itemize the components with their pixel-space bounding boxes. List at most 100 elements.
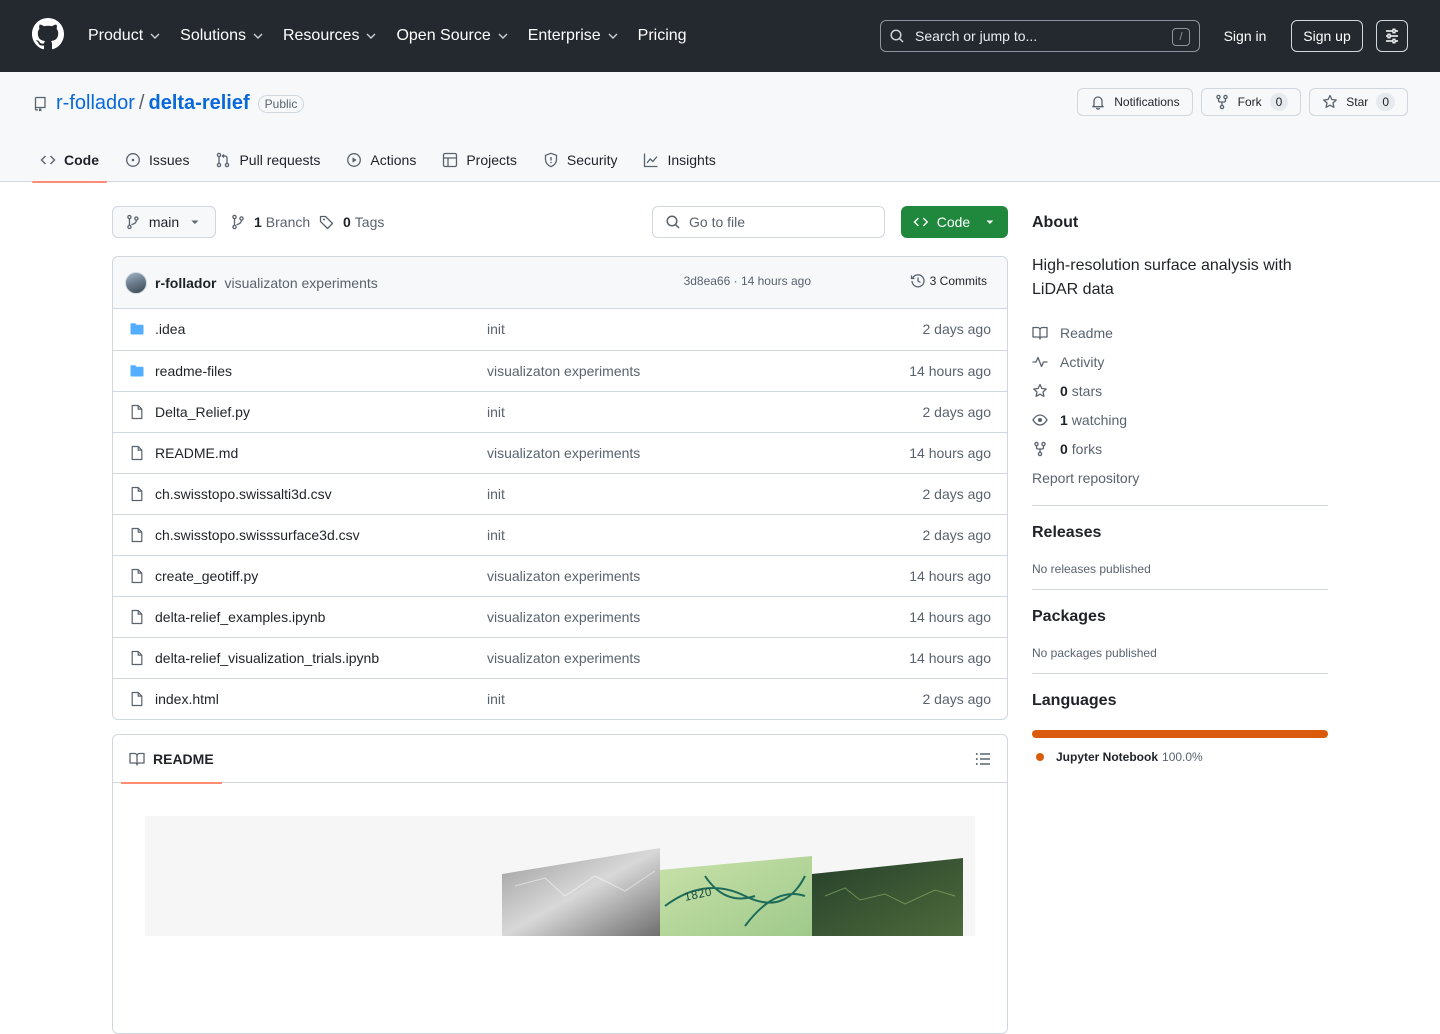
file-commit-message-link[interactable]: visualizaton experiments bbox=[487, 650, 640, 666]
file-row[interactable]: README.md visualizaton experiments 14 hour… bbox=[113, 432, 1007, 473]
tab-security-label: Security bbox=[566, 152, 618, 168]
language-percent: 100.0% bbox=[1162, 750, 1203, 764]
about-description: High-resolution surface analysis with Li… bbox=[1032, 257, 1292, 298]
book-icon bbox=[1032, 326, 1048, 340]
activity-link[interactable]: Activity bbox=[1032, 347, 1328, 376]
file-commit-message-link[interactable]: init bbox=[487, 527, 505, 543]
tab-pull-requests[interactable]: Pull requests bbox=[207, 138, 328, 182]
file-row[interactable]: delta-relief_visualization_trials.ipynb v… bbox=[113, 637, 1007, 678]
nav-pricing[interactable]: Pricing bbox=[638, 27, 687, 45]
repo-sidebar: About High-resolution surface analysis w… bbox=[1032, 206, 1328, 764]
nav-resources[interactable]: Resources bbox=[283, 27, 379, 45]
repo-actions: Notifications Fork 0 Star 0 bbox=[1069, 88, 1408, 116]
repo-name-link[interactable]: delta-relief bbox=[148, 92, 249, 115]
fork-button[interactable]: Fork 0 bbox=[1200, 88, 1302, 116]
file-commit-date: 2 days ago bbox=[922, 691, 992, 707]
branches-link[interactable]: 1 Branch bbox=[230, 206, 310, 238]
commit-hash-time[interactable]: 3d8ea66 · 14 hours ago bbox=[684, 274, 811, 288]
file-name-link[interactable]: delta-relief_visualization_trials.ipynb bbox=[155, 650, 379, 666]
search-icon bbox=[666, 215, 680, 229]
file-commit-message-link[interactable]: visualizaton experiments bbox=[487, 445, 640, 461]
file-name-link[interactable]: readme-files bbox=[155, 363, 232, 379]
file-name-link[interactable]: Delta_Relief.py bbox=[155, 404, 250, 420]
chevron-down-icon bbox=[150, 33, 160, 39]
repo-tabs: Code Issues Pull requests Actions Projec… bbox=[32, 138, 734, 183]
latest-commit-bar: r-follador visualizaton experiments 3d8e… bbox=[113, 257, 1007, 309]
file-icon bbox=[129, 486, 145, 502]
file-name-link[interactable]: README.md bbox=[155, 445, 238, 461]
file-commit-message-link[interactable]: init bbox=[487, 486, 505, 502]
file-name-link[interactable]: .idea bbox=[155, 321, 185, 337]
file-commit-message-link[interactable]: init bbox=[487, 321, 505, 337]
commits-label: 3 Commits bbox=[929, 274, 987, 288]
header-menu-button[interactable] bbox=[1376, 20, 1408, 52]
file-name-link[interactable]: delta-relief_examples.ipynb bbox=[155, 609, 325, 625]
notifications-button[interactable]: Notifications bbox=[1077, 88, 1193, 116]
file-row[interactable]: index.html init 2 days ago bbox=[113, 678, 1007, 719]
releases-title[interactable]: Releases bbox=[1032, 524, 1328, 542]
file-commit-message-link[interactable]: init bbox=[487, 404, 505, 420]
file-name-link[interactable]: ch.swisstopo.swisssurface3d.csv bbox=[155, 527, 360, 543]
file-icon bbox=[129, 568, 145, 584]
global-search-input[interactable]: Search or jump to... / bbox=[880, 20, 1200, 52]
tags-link[interactable]: 0 Tags bbox=[319, 206, 384, 238]
file-name-link[interactable]: create_geotiff.py bbox=[155, 568, 258, 584]
avatar[interactable] bbox=[125, 271, 147, 294]
file-commit-date: 14 hours ago bbox=[909, 650, 991, 666]
sliders-icon bbox=[1386, 28, 1398, 44]
bell-icon bbox=[1092, 96, 1105, 110]
nav-product[interactable]: Product bbox=[88, 27, 163, 45]
readme-link[interactable]: Readme bbox=[1032, 318, 1328, 347]
divider bbox=[1032, 673, 1328, 674]
stars-link[interactable]: 0 stars bbox=[1032, 376, 1328, 405]
go-to-file-placeholder: Go to file bbox=[689, 214, 746, 230]
report-repository-link[interactable]: Report repository bbox=[1032, 463, 1328, 492]
tab-issues[interactable]: Issues bbox=[117, 138, 197, 182]
language-item[interactable]: Jupyter Notebook 100.0% bbox=[1032, 750, 1328, 764]
file-commit-message-link[interactable]: init bbox=[487, 691, 505, 707]
file-toolbar: main 1 Branch 0 Tags Go to file Code bbox=[112, 206, 1008, 238]
file-row[interactable]: Delta_Relief.py init 2 days ago bbox=[113, 391, 1007, 432]
watching-link[interactable]: 1 watching bbox=[1032, 405, 1328, 434]
file-commit-message-link[interactable]: visualizaton experiments bbox=[487, 568, 640, 584]
file-row[interactable]: delta-relief_examples.ipynb visualizaton … bbox=[113, 596, 1007, 637]
file-name-link[interactable]: ch.swisstopo.swissalti3d.csv bbox=[155, 486, 332, 502]
commit-author-link[interactable]: r-follador bbox=[155, 275, 216, 291]
star-button[interactable]: Star 0 bbox=[1309, 88, 1408, 116]
nav-enterprise[interactable]: Enterprise bbox=[528, 27, 621, 45]
repo-owner-link[interactable]: r-follador bbox=[56, 92, 135, 115]
commit-message-link[interactable]: visualizaton experiments bbox=[224, 275, 377, 291]
tab-code[interactable]: Code bbox=[32, 138, 107, 183]
nav-solutions[interactable]: Solutions bbox=[180, 27, 266, 45]
tab-actions[interactable]: Actions bbox=[338, 138, 424, 182]
file-icon bbox=[129, 404, 145, 420]
tab-insights[interactable]: Insights bbox=[635, 138, 723, 182]
file-name-link[interactable]: index.html bbox=[155, 691, 219, 707]
code-button[interactable]: Code bbox=[901, 206, 1008, 238]
tab-insights-label: Insights bbox=[667, 152, 716, 168]
commits-link[interactable]: 3 Commits bbox=[910, 273, 987, 289]
nav-open-source[interactable]: Open Source bbox=[396, 27, 510, 45]
file-row[interactable]: .idea init 2 days ago bbox=[113, 309, 1007, 350]
sign-up-button[interactable]: Sign up bbox=[1291, 20, 1363, 52]
file-row[interactable]: ch.swisstopo.swissalti3d.csv init 2 days a… bbox=[113, 473, 1007, 514]
file-row[interactable]: ch.swisstopo.swisssurface3d.csv init 2 day… bbox=[113, 514, 1007, 555]
code-button-label: Code bbox=[936, 214, 971, 230]
readme-tab[interactable]: README bbox=[121, 735, 222, 784]
file-icon bbox=[129, 691, 145, 707]
forks-link[interactable]: 0 forks bbox=[1032, 434, 1328, 463]
file-row[interactable]: create_geotiff.py visualizaton experiment… bbox=[113, 555, 1007, 596]
tab-projects[interactable]: Projects bbox=[434, 138, 525, 182]
tab-security[interactable]: Security bbox=[535, 138, 626, 182]
sign-in-link[interactable]: Sign in bbox=[1216, 20, 1274, 52]
file-row[interactable]: readme-files visualizaton experiments 14 h… bbox=[113, 350, 1007, 391]
go-to-file-input[interactable]: Go to file bbox=[652, 206, 885, 238]
activity-link-label: Activity bbox=[1060, 353, 1105, 370]
file-commit-message-link[interactable]: visualizaton experiments bbox=[487, 363, 640, 379]
list-outline-icon[interactable] bbox=[975, 751, 991, 767]
packages-title[interactable]: Packages bbox=[1032, 608, 1328, 626]
github-logo-icon[interactable] bbox=[32, 18, 64, 50]
branch-selector-button[interactable]: main bbox=[112, 206, 216, 238]
chevron-down-icon bbox=[366, 33, 376, 39]
file-commit-message-link[interactable]: visualizaton experiments bbox=[487, 609, 640, 625]
